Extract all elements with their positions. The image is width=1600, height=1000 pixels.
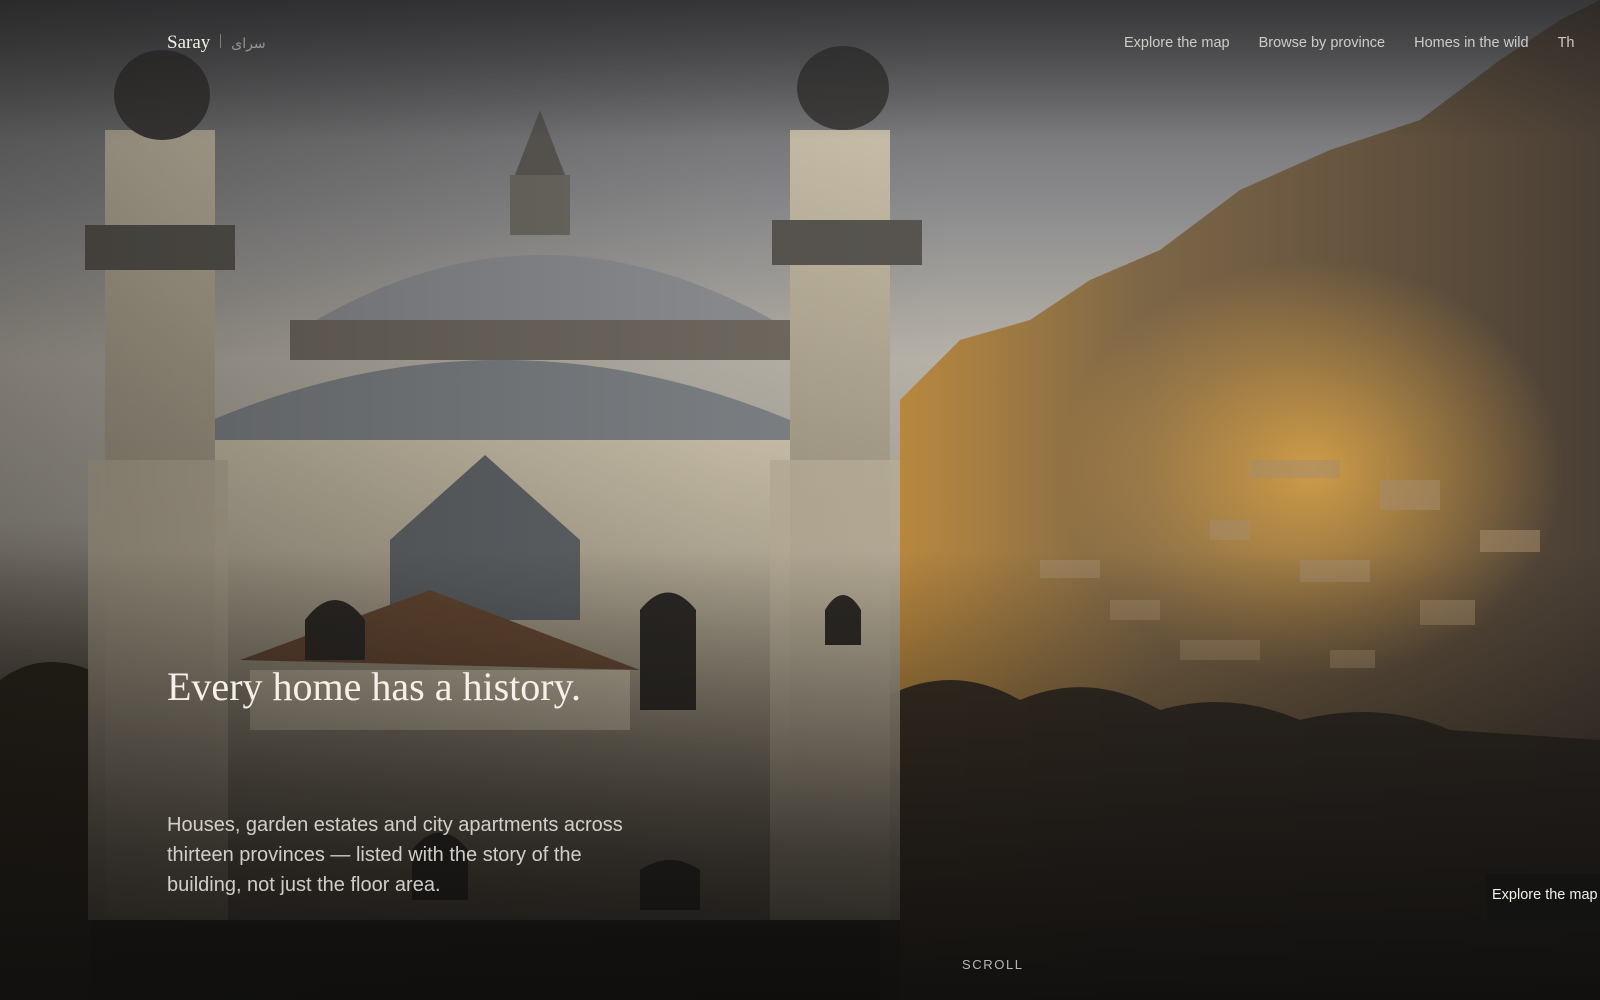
- scroll-indicator[interactable]: SCROLL: [962, 957, 1024, 972]
- brand-divider: [220, 34, 222, 48]
- nav-link-truncated[interactable]: Th: [1558, 35, 1575, 51]
- brand-name: Saray: [167, 32, 211, 53]
- hero-headline: Every home has a history.: [167, 664, 581, 709]
- nav-link-explore-map[interactable]: Explore the map: [1124, 35, 1230, 51]
- brand-logo[interactable]: Saray سرای: [167, 32, 266, 54]
- explore-map-button[interactable]: Explore the map: [1486, 874, 1600, 920]
- nav-links: Explore the map Browse by province Homes…: [1124, 35, 1574, 51]
- brand-name-persian: سرای: [231, 36, 266, 52]
- top-navigation: Saray سرای Explore the map Browse by pro…: [0, 0, 1600, 86]
- nav-link-browse-province[interactable]: Browse by province: [1259, 35, 1386, 51]
- nav-link-homes-in-wild[interactable]: Homes in the wild: [1414, 35, 1528, 51]
- hero-lede: Houses, garden estates and city apartmen…: [167, 814, 623, 896]
